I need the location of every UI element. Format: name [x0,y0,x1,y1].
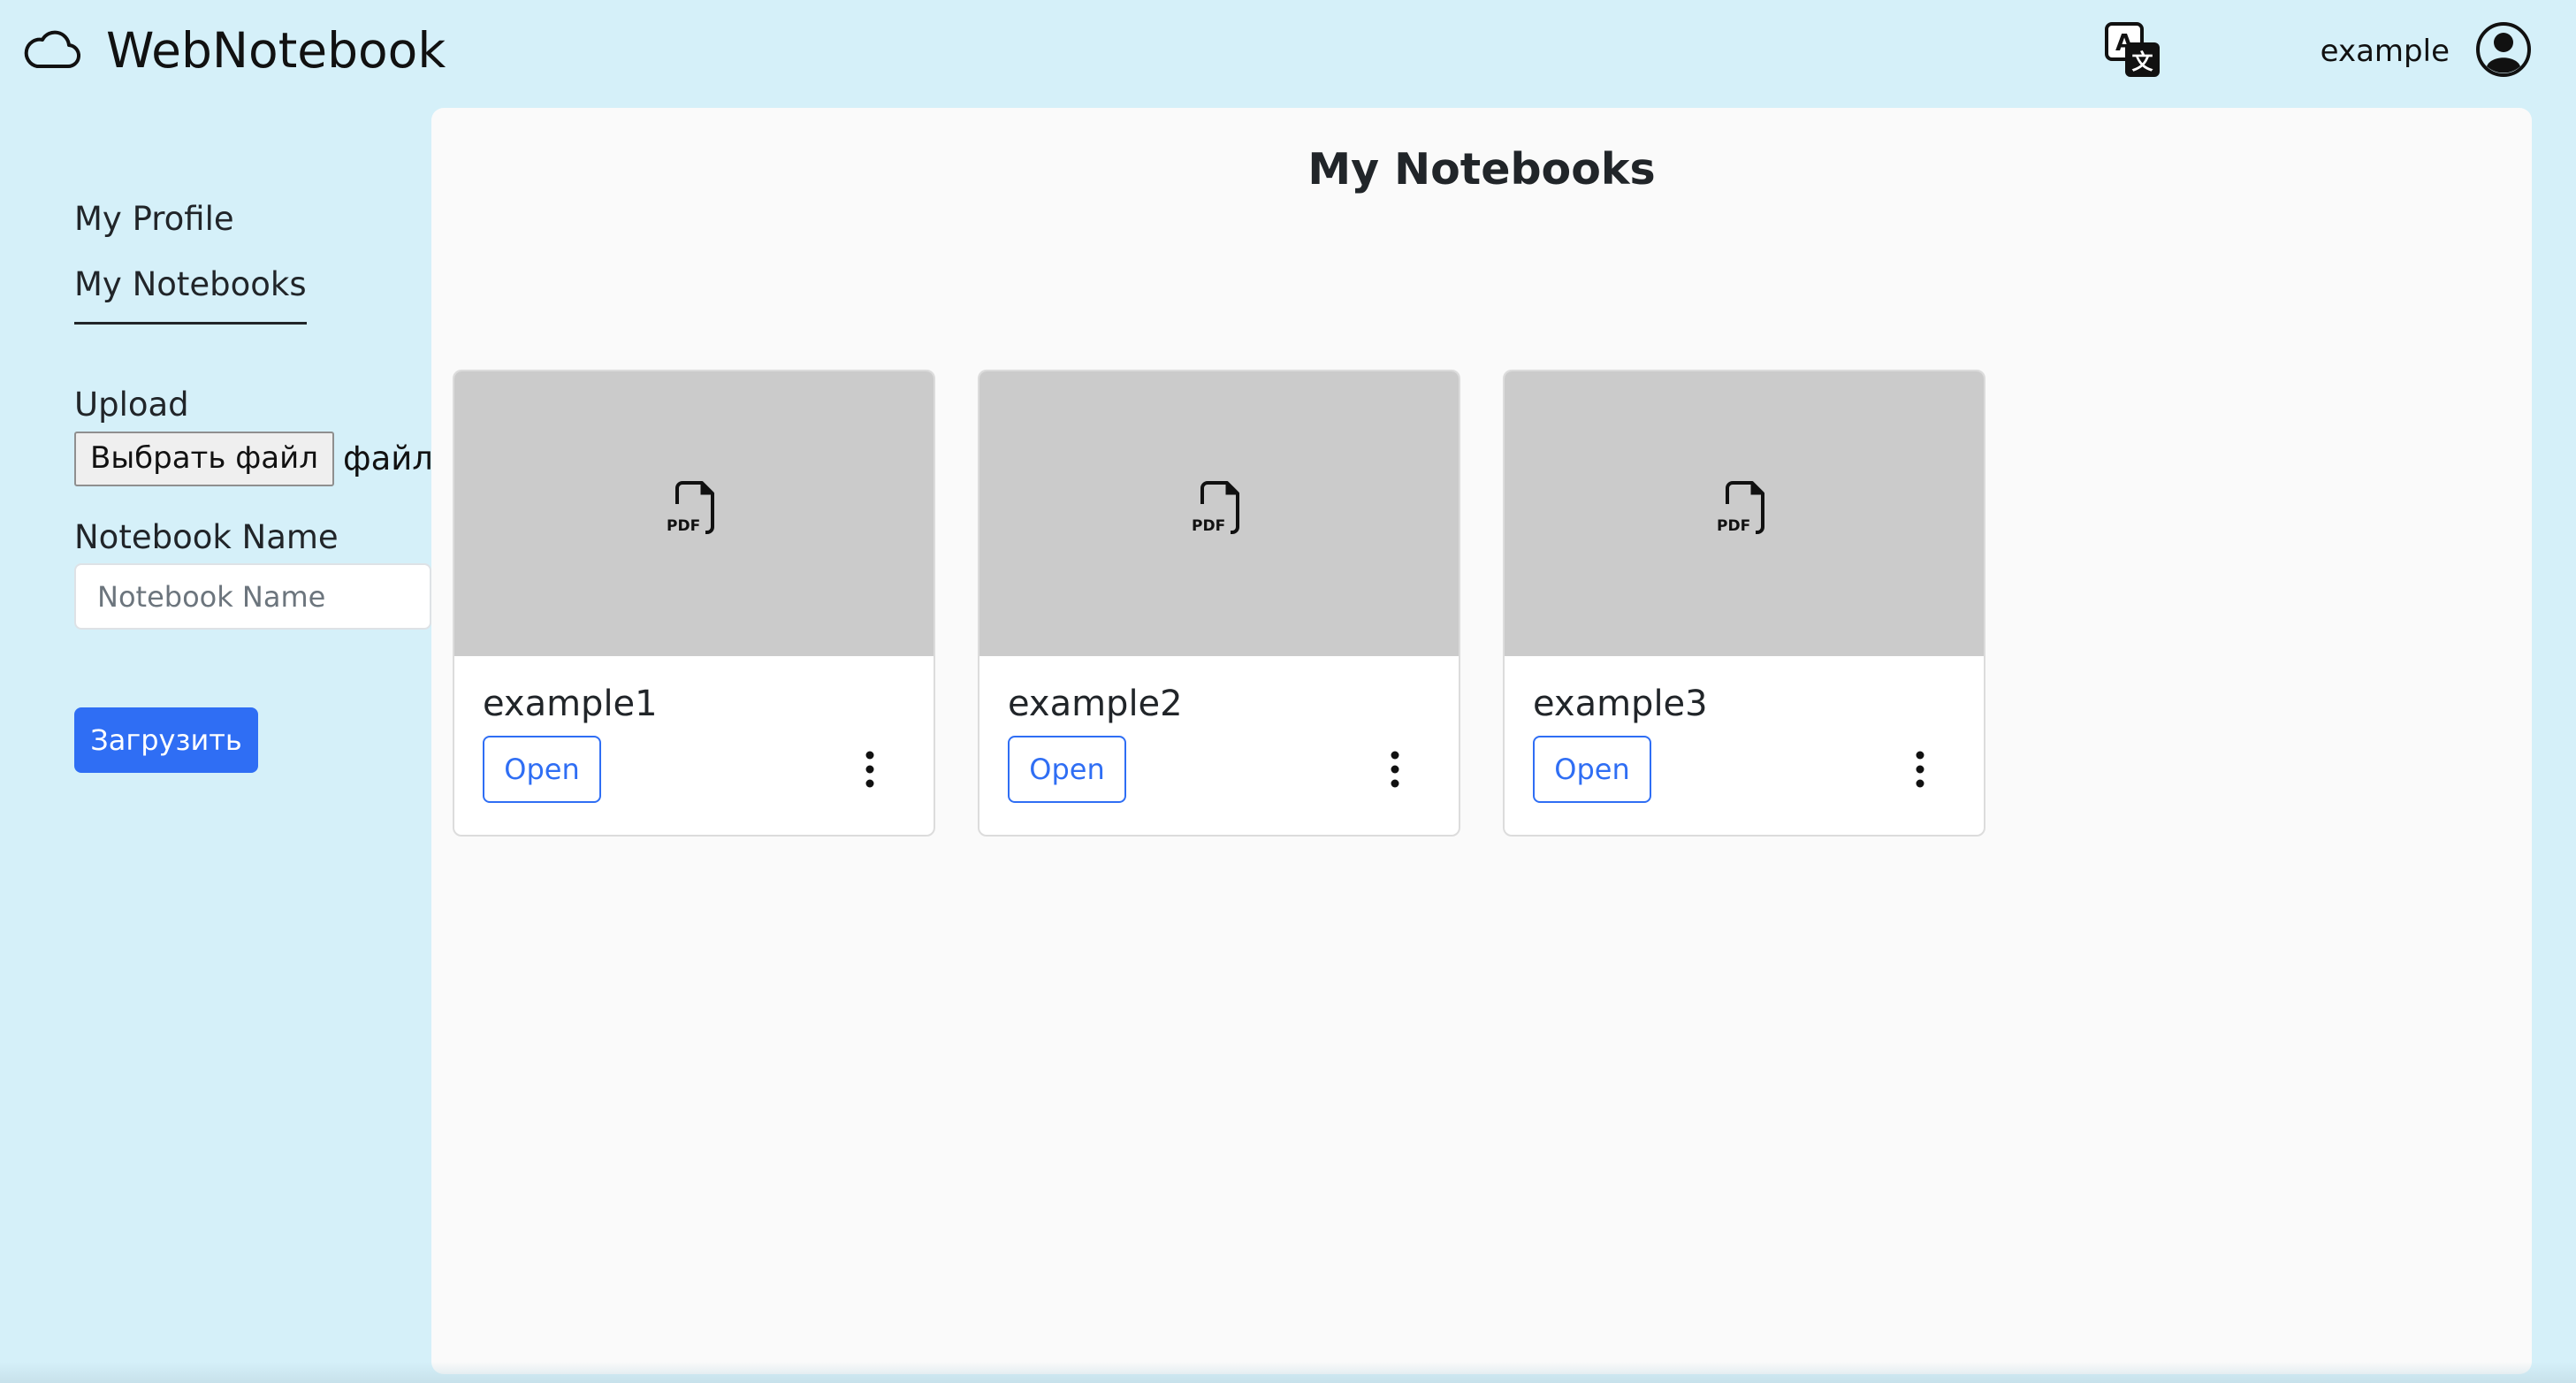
kebab-menu-icon[interactable] [1911,746,1929,792]
top-bar: WebNotebook A 文 example [0,0,2576,104]
brand[interactable]: WebNotebook [21,19,446,81]
notebook-name: example1 [483,684,658,724]
notebook-card: PDF example2 Open [978,370,1460,837]
notebook-card: PDF example3 Open [1503,370,1985,837]
notebook-thumbnail[interactable]: PDF [454,371,934,656]
brand-name: WebNotebook [106,22,446,79]
pdf-file-icon: PDF [665,478,721,538]
pdf-file-icon: PDF [1715,478,1772,538]
sidebar: My Profile My Notebooks Upload Выбрать ф… [0,104,431,1383]
notebook-name: example3 [1533,684,1708,724]
choose-file-button[interactable]: Выбрать файл [74,432,334,486]
file-status-text: файл н [342,439,431,478]
kebab-menu-icon[interactable] [1386,746,1404,792]
username[interactable]: example [2321,32,2450,71]
upload-label: Upload [74,386,189,424]
cloud-icon [21,26,81,75]
notebook-name-input[interactable] [74,563,431,630]
notebook-card: PDF example1 Open [453,370,935,837]
main-panel: My Notebooks PDF example1 Open PDF examp… [431,108,2532,1374]
svg-text:PDF: PDF [1717,517,1750,535]
file-picker: Выбрать файлфайл н [74,432,431,486]
upload-submit-button[interactable]: Загрузить [74,707,258,773]
notebook-thumbnail[interactable]: PDF [1505,371,1984,656]
open-notebook-button[interactable]: Open [1008,736,1126,803]
svg-text:PDF: PDF [667,517,700,535]
page-title: My Notebooks [1307,144,1656,195]
pdf-file-icon: PDF [1190,478,1246,538]
open-notebook-button[interactable]: Open [1533,736,1651,803]
notebook-thumbnail[interactable]: PDF [979,371,1459,656]
notebook-name: example2 [1008,684,1183,724]
bottom-shadow [0,1362,2576,1383]
sidebar-item-my-notebooks[interactable]: My Notebooks [74,264,307,325]
user-avatar-icon[interactable] [2475,21,2532,78]
svg-text:PDF: PDF [1192,517,1225,535]
sidebar-item-my-profile[interactable]: My Profile [74,198,234,241]
kebab-menu-icon[interactable] [861,746,879,792]
translate-icon[interactable]: A 文 [2104,21,2162,80]
svg-text:文: 文 [2132,50,2154,74]
open-notebook-button[interactable]: Open [483,736,601,803]
notebook-name-label: Notebook Name [74,518,339,556]
